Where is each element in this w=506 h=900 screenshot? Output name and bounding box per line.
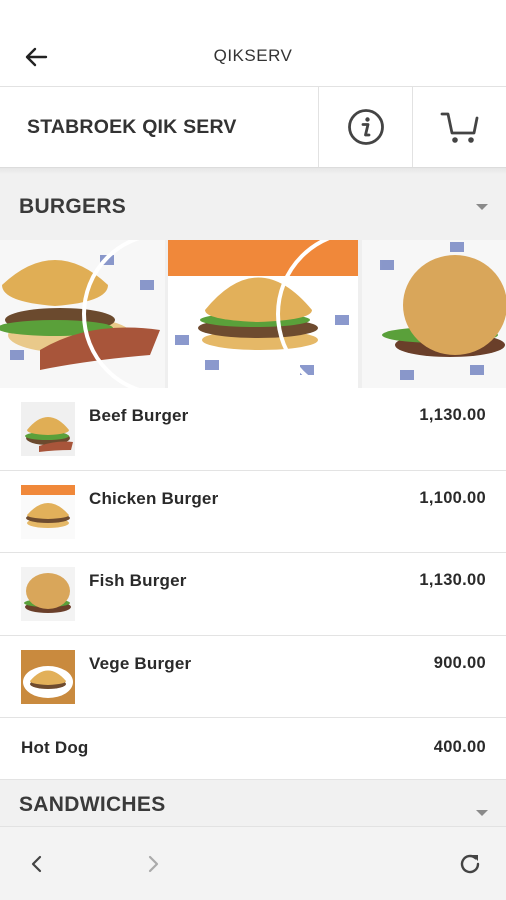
item-name: Hot Dog <box>21 738 89 757</box>
cart-button[interactable] <box>412 87 506 167</box>
category-label: BURGERS <box>19 195 127 218</box>
list-item[interactable]: Vege Burger 900.00 <box>0 635 506 718</box>
item-price: 1,130.00 <box>419 406 486 424</box>
item-thumbnail <box>21 567 75 621</box>
category-banner-image <box>0 240 506 388</box>
item-thumbnail <box>21 649 75 704</box>
category-header-burgers[interactable]: BURGERS <box>0 174 506 240</box>
item-price: 900.00 <box>433 653 486 672</box>
store-header: STABROEK QIK SERV <box>0 86 506 168</box>
item-price: 1,130.00 <box>419 571 486 589</box>
info-icon <box>347 109 384 145</box>
item-price: 1,100.00 <box>419 488 486 507</box>
list-item[interactable]: Fish Burger 1,130.00 <box>0 553 506 636</box>
refresh-icon <box>460 854 480 874</box>
item-name: Beef Burger <box>89 406 189 425</box>
caret-down-icon <box>476 204 488 210</box>
nav-forward-button[interactable] <box>138 849 168 879</box>
nav-back-button[interactable] <box>22 849 52 879</box>
list-item[interactable]: Beef Burger 1,130.00 <box>0 388 506 471</box>
store-name: STABROEK QIK SERV <box>27 115 237 138</box>
list-item[interactable]: Chicken Burger 1,100.00 <box>0 470 506 553</box>
info-button[interactable] <box>318 87 412 167</box>
app-bar: QIKSERV <box>0 0 506 86</box>
app-title: QIKSERV <box>213 46 293 65</box>
item-name: Fish Burger <box>89 571 187 590</box>
refresh-button[interactable] <box>455 849 485 879</box>
item-thumbnail <box>21 402 75 456</box>
item-name: Chicken Burger <box>89 488 219 508</box>
category-label: SANDWICHES <box>19 793 166 816</box>
category-header-sandwiches[interactable]: SANDWICHES <box>0 780 506 830</box>
item-thumbnail <box>21 484 75 539</box>
chevron-left-icon <box>31 855 42 873</box>
chevron-right-icon <box>148 855 159 873</box>
item-price: 400.00 <box>433 738 486 756</box>
bottom-nav-bar <box>0 826 506 900</box>
menu-item-list: Beef Burger 1,130.00 Chicken Burger 1,10… <box>0 388 506 780</box>
caret-down-icon <box>476 810 488 816</box>
item-name: Vege Burger <box>89 653 192 673</box>
cart-icon <box>440 112 478 143</box>
list-item[interactable]: Hot Dog 400.00 <box>0 718 506 780</box>
